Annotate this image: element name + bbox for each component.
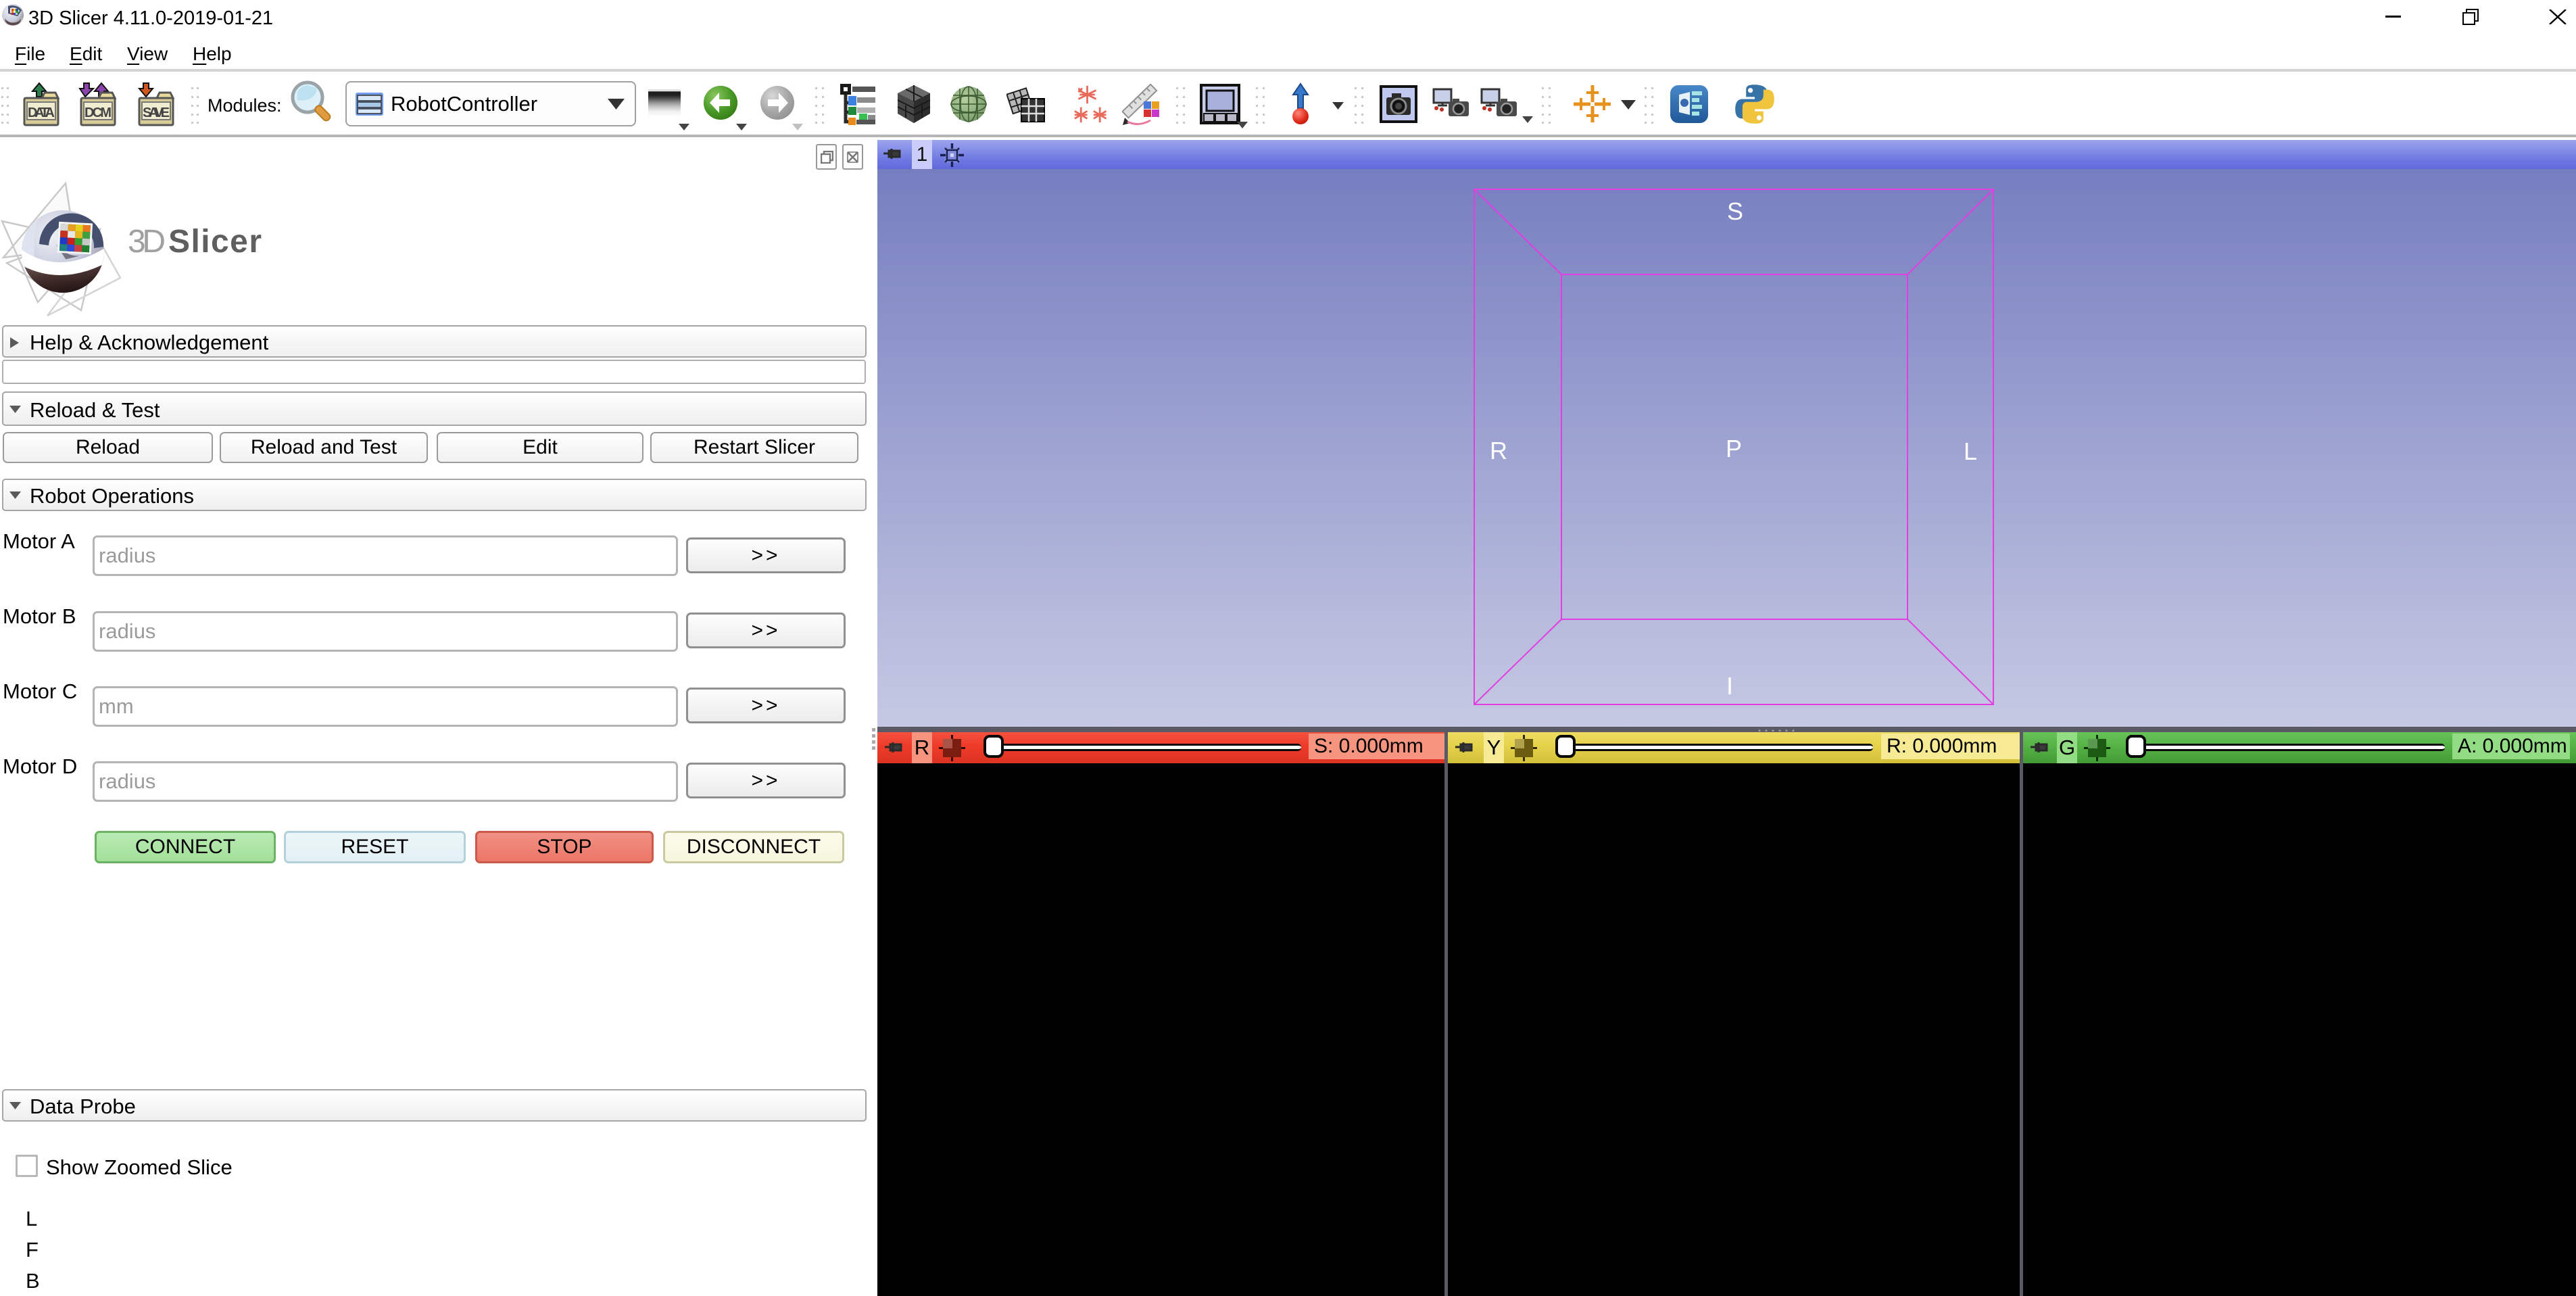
svg-text:I: I <box>1726 672 1733 700</box>
svg-text:Slicer: Slicer <box>168 224 262 260</box>
svg-text:DCM: DCM <box>84 105 112 120</box>
svg-text:R: R <box>1490 437 1507 464</box>
svg-text:3D: 3D <box>128 224 166 260</box>
svg-text:L: L <box>1964 437 1977 465</box>
svg-text:S: S <box>1727 197 1743 225</box>
svg-text:SAVE: SAVE <box>143 105 170 120</box>
svg-text:P: P <box>1726 435 1742 462</box>
svg-text:DATA: DATA <box>28 105 55 120</box>
